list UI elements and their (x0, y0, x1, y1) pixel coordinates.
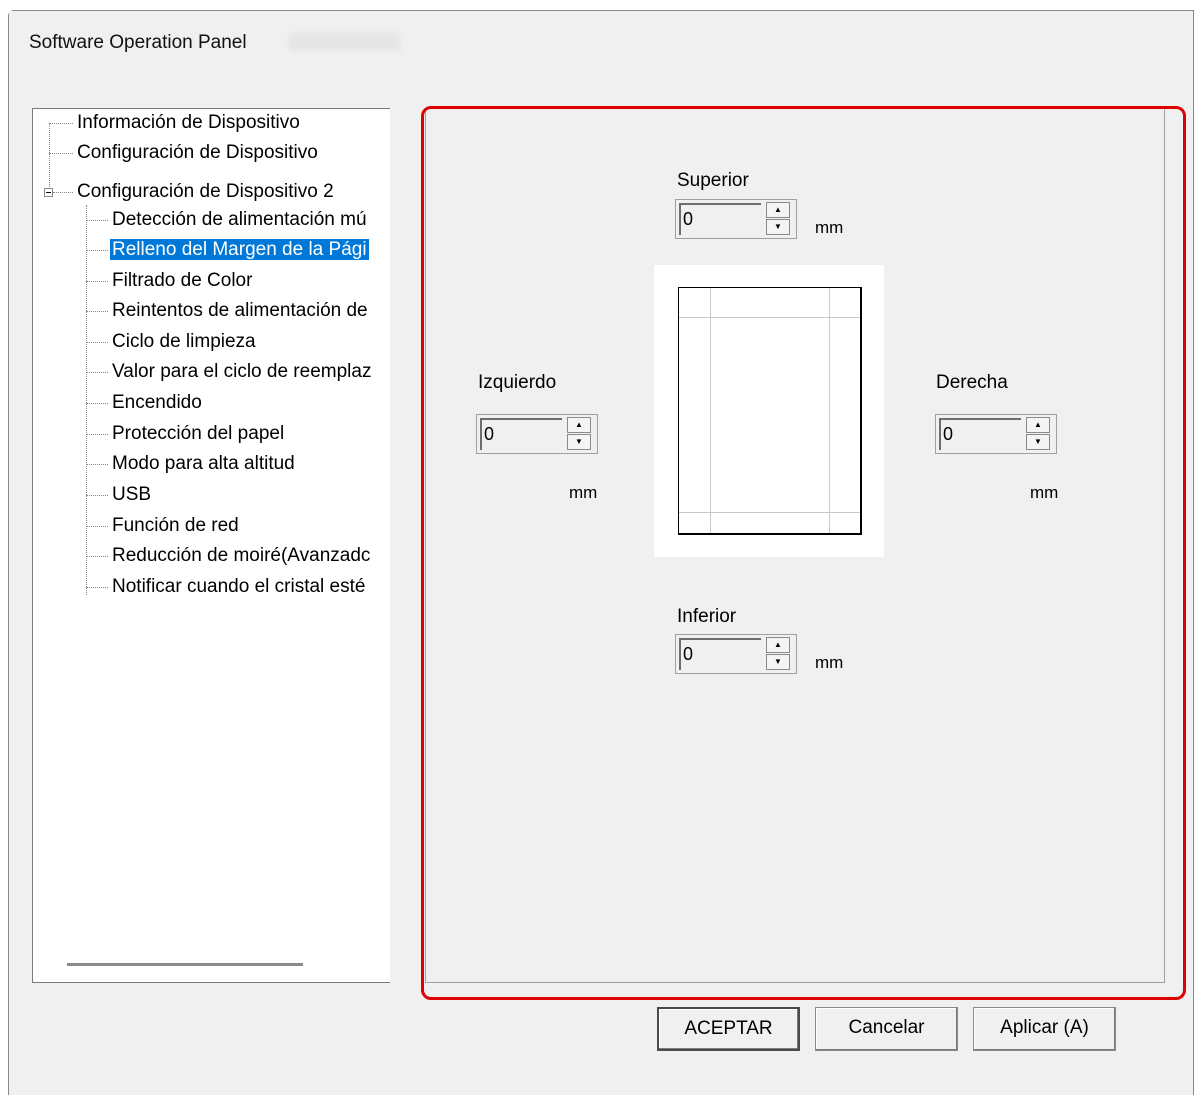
cancel-button[interactable]: Cancelar (815, 1007, 958, 1051)
top-margin-input[interactable]: 0 (679, 203, 761, 235)
tree-item-proteccion-papel[interactable]: Protección del papel (110, 420, 286, 448)
spin-down-icon[interactable]: ▼ (567, 434, 591, 450)
top-margin-unit: mm (815, 218, 844, 237)
margin-guide-top (679, 317, 860, 318)
tree-item-notificar-cristal[interactable]: Notificar cuando el cristal esté (110, 573, 367, 601)
left-margin-unit: mm (569, 483, 598, 502)
spin-down-icon[interactable]: ▼ (1026, 434, 1050, 450)
tree-item-modo-alta-altitud[interactable]: Modo para alta altitud (110, 450, 297, 478)
spin-up-icon[interactable]: ▲ (1026, 417, 1050, 433)
tree-line (49, 153, 73, 154)
right-margin-label: Derecha (936, 372, 1008, 393)
title-bar[interactable]: Software Operation Panel (9, 11, 1193, 73)
right-margin-spinbox[interactable]: 0 ▲ ▼ (935, 414, 1057, 454)
tree-line (86, 403, 108, 404)
tree-line (86, 495, 108, 496)
tree-line (53, 192, 73, 193)
margin-guide-left (710, 288, 711, 533)
tree-item-configuracion-dispositivo-2[interactable]: Configuración de Dispositivo 2 (75, 178, 336, 206)
spin-down-icon[interactable]: ▼ (766, 654, 790, 670)
settings-tree[interactable]: Información de Dispositivo Configuración… (32, 108, 390, 983)
bottom-margin-unit: mm (815, 653, 844, 672)
tree-item-valor-ciclo-reemplazo[interactable]: Valor para el ciclo de reemplaz (110, 358, 373, 386)
tree-item-reintentos-alimentacion[interactable]: Reintentos de alimentación de (110, 297, 370, 325)
tree-item-filtrado-color[interactable]: Filtrado de Color (110, 267, 254, 295)
tree-line (86, 342, 108, 343)
page-preview (654, 265, 884, 557)
tree-item-configuracion-dispositivo[interactable]: Configuración de Dispositivo (75, 139, 320, 167)
horizontal-scrollbar-thumb[interactable] (67, 963, 303, 966)
spin-up-icon[interactable]: ▲ (567, 417, 591, 433)
margin-guide-bottom (679, 512, 860, 513)
tree-line (86, 281, 108, 282)
tree-item-funcion-red[interactable]: Función de red (110, 512, 241, 540)
tree-item-usb[interactable]: USB (110, 481, 153, 509)
apply-button[interactable]: Aplicar (A) (973, 1007, 1116, 1051)
tree-line (86, 250, 108, 251)
tree-item-informacion-dispositivo[interactable]: Información de Dispositivo (75, 109, 302, 137)
page-outline (678, 287, 862, 535)
tree-item-reduccion-moire[interactable]: Reducción de moiré(Avanzadc (110, 542, 372, 570)
right-margin-unit: mm (1030, 483, 1059, 502)
left-margin-label: Izquierdo (478, 372, 557, 393)
bottom-margin-spinbox[interactable]: 0 ▲ ▼ (675, 634, 797, 674)
left-margin-input[interactable]: 0 (480, 418, 562, 450)
tree-line (86, 587, 108, 588)
tree-line (49, 123, 73, 124)
tree-line (49, 123, 50, 189)
spin-up-icon[interactable]: ▲ (766, 637, 790, 653)
top-margin-spinbox[interactable]: 0 ▲ ▼ (675, 199, 797, 239)
tree-line (86, 311, 108, 312)
tree-item-deteccion-alimentacion[interactable]: Detección de alimentación mú (110, 206, 369, 234)
collapse-icon[interactable] (44, 188, 53, 197)
bottom-margin-label: Inferior (677, 606, 737, 627)
tree-line (86, 526, 108, 527)
tree-item-ciclo-limpieza[interactable]: Ciclo de limpieza (110, 328, 258, 356)
tree-line (86, 205, 87, 595)
blurred-device-name (289, 33, 401, 51)
spin-up-icon[interactable]: ▲ (766, 202, 790, 218)
window-title: Software Operation Panel (29, 32, 247, 53)
tree-line (86, 464, 108, 465)
tree-item-encendido[interactable]: Encendido (110, 389, 204, 417)
ok-button[interactable]: ACEPTAR (657, 1007, 800, 1051)
spin-down-icon[interactable]: ▼ (766, 219, 790, 235)
tree-item-relleno-margen[interactable]: Relleno del Margen de la Pági (110, 236, 369, 264)
right-margin-input[interactable]: 0 (939, 418, 1021, 450)
bottom-margin-input[interactable]: 0 (679, 638, 761, 670)
top-margin-label: Superior (677, 170, 749, 191)
margin-guide-right (829, 288, 830, 533)
tree-line (86, 372, 108, 373)
tree-line (86, 220, 108, 221)
tree-line (86, 434, 108, 435)
left-margin-spinbox[interactable]: 0 ▲ ▼ (476, 414, 598, 454)
tree-line (86, 556, 108, 557)
